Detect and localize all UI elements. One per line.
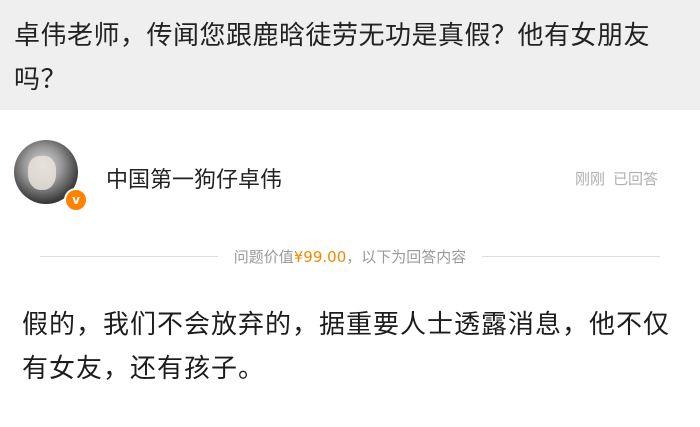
- price-value: ¥99.00: [293, 247, 347, 266]
- price-suffix: ，以下为回答内容: [346, 247, 467, 266]
- divider-line-left: [40, 255, 218, 257]
- answer-status: 已回答: [612, 170, 658, 188]
- answer-meta: 刚刚 已回答: [575, 168, 658, 189]
- price-prefix: 问题价值: [233, 247, 294, 266]
- answer-content: 假的，我们不会放弃的，据重要人士透露消息，他不仅有女友，还有孩子。: [22, 310, 671, 384]
- question-box: 卓伟老师，传闻您跟鹿晗徒劳无功是真假？他有女朋友吗？: [0, 0, 700, 110]
- answer-time: 刚刚: [574, 170, 605, 188]
- author-avatar[interactable]: v: [14, 140, 88, 212]
- price-info: 问题价值¥99.00，以下为回答内容: [218, 246, 483, 267]
- avatar-face-image: [28, 156, 56, 190]
- divider-line-right: [482, 255, 660, 257]
- question-text: 卓伟老师，传闻您跟鹿晗徒劳无功是真假？他有女朋友吗？: [14, 21, 651, 95]
- price-divider: 问题价值¥99.00，以下为回答内容: [40, 244, 660, 268]
- author-name[interactable]: 中国第一狗仔卓伟: [106, 162, 282, 194]
- answer-card: v 中国第一狗仔卓伟 刚刚 已回答 问题价值¥99.00，以下为回答内容 假的，我…: [0, 110, 700, 427]
- verified-v-icon: v: [64, 188, 88, 212]
